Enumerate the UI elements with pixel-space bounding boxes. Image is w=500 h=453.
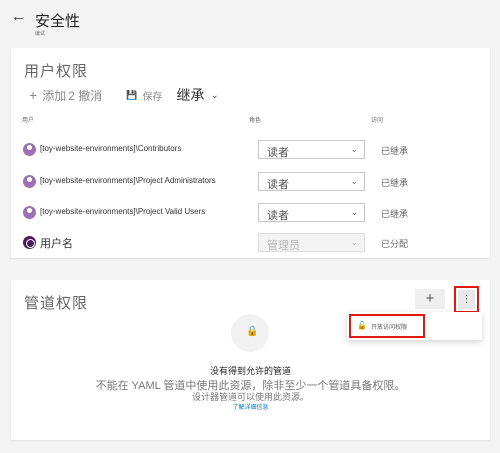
more-vertical-icon: ⋮ xyxy=(458,290,475,309)
pipeline-permissions-card: 管道权限 + ⋮ 🔓 开放访问权限 🔒 没有得到允许的管道 不能在 YAML 管… xyxy=(11,280,490,440)
table-row: [toy-website-environments]\Contributors … xyxy=(21,137,481,161)
column-header-role: 角色 xyxy=(249,118,262,124)
role-value: 读者 xyxy=(267,147,289,159)
column-header-access: 访问 xyxy=(371,118,384,124)
user-permissions-card: 用户权限 + 添加 2 撤消 💾 保存 继承 ⌄ 用户 角色 访问 [toy-w… xyxy=(11,48,490,258)
row-user-name: [toy-website-environments]\Project Valid… xyxy=(40,207,206,216)
table-row: [toy-website-environments]\Project Valid… xyxy=(21,200,481,224)
access-status: 已继承 xyxy=(381,146,409,156)
user-permissions-toolbar: + 添加 2 撤消 💾 保存 继承 ⌄ xyxy=(29,87,233,103)
inherit-dropdown[interactable]: 继承 ⌄ xyxy=(176,85,218,105)
access-status: 已继承 xyxy=(381,209,409,219)
role-select[interactable]: 读者 ⌄ xyxy=(258,140,365,159)
add-label: 添加 xyxy=(42,88,67,103)
open-access-menu-item[interactable]: 🔓 开放访问权限 xyxy=(349,314,425,338)
role-select[interactable]: 读者 ⌄ xyxy=(258,172,365,191)
column-header-user: 用户 xyxy=(22,118,35,124)
add-button[interactable]: + 添加 xyxy=(29,87,66,104)
page-title: 安全性 xyxy=(35,13,81,30)
chevron-down-icon: ⌄ xyxy=(350,237,358,247)
row-user-name: [toy-website-environments]\Project Admin… xyxy=(40,176,216,185)
row-user-name: 用户名 xyxy=(40,238,73,250)
page-header: ← 安全性 编试 xyxy=(0,0,500,44)
access-status: 已继承 xyxy=(381,178,409,188)
more-actions-button[interactable]: ⋮ xyxy=(454,286,479,313)
open-access-label: 开放访问权限 xyxy=(371,325,408,331)
row-user-name: [toy-website-environments]\Contributors xyxy=(40,144,182,153)
group-avatar-icon xyxy=(23,206,36,219)
learn-more-link[interactable]: 了解详细信息 xyxy=(11,402,490,411)
role-value: 读者 xyxy=(267,179,289,191)
user-avatar-icon xyxy=(23,236,36,249)
user-permissions-title: 用户权限 xyxy=(24,63,89,80)
chevron-down-icon: ⌄ xyxy=(210,89,219,101)
group-avatar-icon xyxy=(23,143,36,156)
table-row: [toy-website-environments]\Project Admin… xyxy=(21,169,481,193)
role-value: 读者 xyxy=(267,210,289,222)
role-value: 管理员 xyxy=(267,240,300,252)
table-row: 用户名 管理员 ⌄ 已分配 xyxy=(21,230,481,254)
save-button[interactable]: 💾 保存 xyxy=(126,88,162,103)
access-status: 已分配 xyxy=(381,239,409,249)
chevron-down-icon: ⌄ xyxy=(350,207,358,217)
more-actions-menu: 🔓 开放访问权限 xyxy=(347,312,482,340)
role-select: 管理员 ⌄ xyxy=(258,233,365,252)
add-pipeline-button[interactable]: + xyxy=(415,289,445,309)
undo-label: 2 撤消 xyxy=(68,88,103,103)
save-label: 保存 xyxy=(142,91,163,103)
lock-icon: 🔓 xyxy=(357,321,367,330)
group-avatar-icon xyxy=(23,175,36,188)
lock-icon: 🔒 xyxy=(246,326,259,337)
pipeline-permissions-title: 管道权限 xyxy=(24,295,89,312)
inherit-label: 继承 xyxy=(176,87,205,103)
chevron-down-icon: ⌄ xyxy=(350,176,358,186)
empty-state-title: 没有得到允许的管道 xyxy=(209,366,291,376)
chevron-down-icon: ⌄ xyxy=(350,144,358,154)
plus-icon: + xyxy=(29,87,38,103)
back-arrow-icon[interactable]: ← xyxy=(11,9,26,25)
page-subtitle: 编试 xyxy=(35,31,46,37)
role-select[interactable]: 读者 ⌄ xyxy=(258,203,365,222)
save-icon: 💾 xyxy=(126,89,138,100)
undo-button[interactable]: 2 撤消 xyxy=(68,87,102,104)
empty-state-badge: 🔒 xyxy=(231,314,269,352)
plus-icon: + xyxy=(425,290,435,307)
